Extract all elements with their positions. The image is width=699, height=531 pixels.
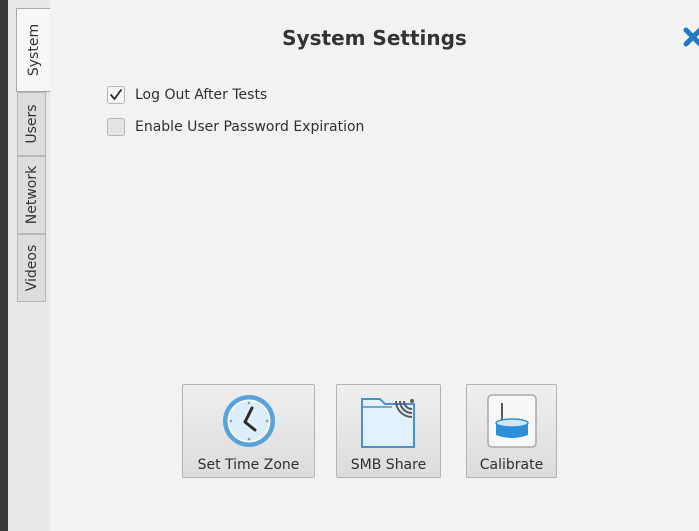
- tab-system-label: System: [25, 23, 42, 77]
- tab-videos[interactable]: Videos: [17, 234, 46, 302]
- calibrate-label: Calibrate: [479, 457, 544, 473]
- password-expiration-option[interactable]: Enable User Password Expiration: [107, 118, 364, 136]
- password-expiration-checkbox[interactable]: [107, 118, 125, 136]
- page-title: System Settings: [282, 26, 467, 50]
- tab-users-label: Users: [23, 104, 40, 144]
- set-time-zone-label: Set Time Zone: [197, 457, 300, 473]
- close-button[interactable]: [681, 25, 699, 49]
- smb-share-button[interactable]: SMB Share: [336, 384, 441, 478]
- folder-share-icon: [360, 398, 415, 448]
- tab-videos-label: Videos: [23, 244, 40, 292]
- tab-network[interactable]: Network: [17, 156, 46, 234]
- settings-panel: System Settings Log Out After Tests Enab…: [50, 0, 699, 531]
- logout-after-tests-label: Log Out After Tests: [135, 87, 268, 103]
- vertical-tab-strip: System Users Network Videos: [8, 0, 50, 531]
- smb-share-label: SMB Share: [350, 457, 427, 473]
- logout-after-tests-checkbox[interactable]: [107, 86, 125, 104]
- close-x-icon: [683, 27, 699, 47]
- calibrate-button[interactable]: Calibrate: [466, 384, 557, 478]
- clock-icon: [222, 395, 275, 447]
- tab-network-label: Network: [23, 165, 40, 225]
- tab-system[interactable]: System: [16, 8, 50, 92]
- calibrate-icon: [486, 394, 537, 448]
- tab-users[interactable]: Users: [17, 92, 46, 156]
- checkmark-icon: [110, 89, 122, 100]
- password-expiration-label: Enable User Password Expiration: [135, 119, 365, 135]
- logout-after-tests-option[interactable]: Log Out After Tests: [107, 86, 267, 104]
- window-border: [0, 0, 8, 531]
- set-time-zone-button[interactable]: Set Time Zone: [182, 384, 315, 478]
